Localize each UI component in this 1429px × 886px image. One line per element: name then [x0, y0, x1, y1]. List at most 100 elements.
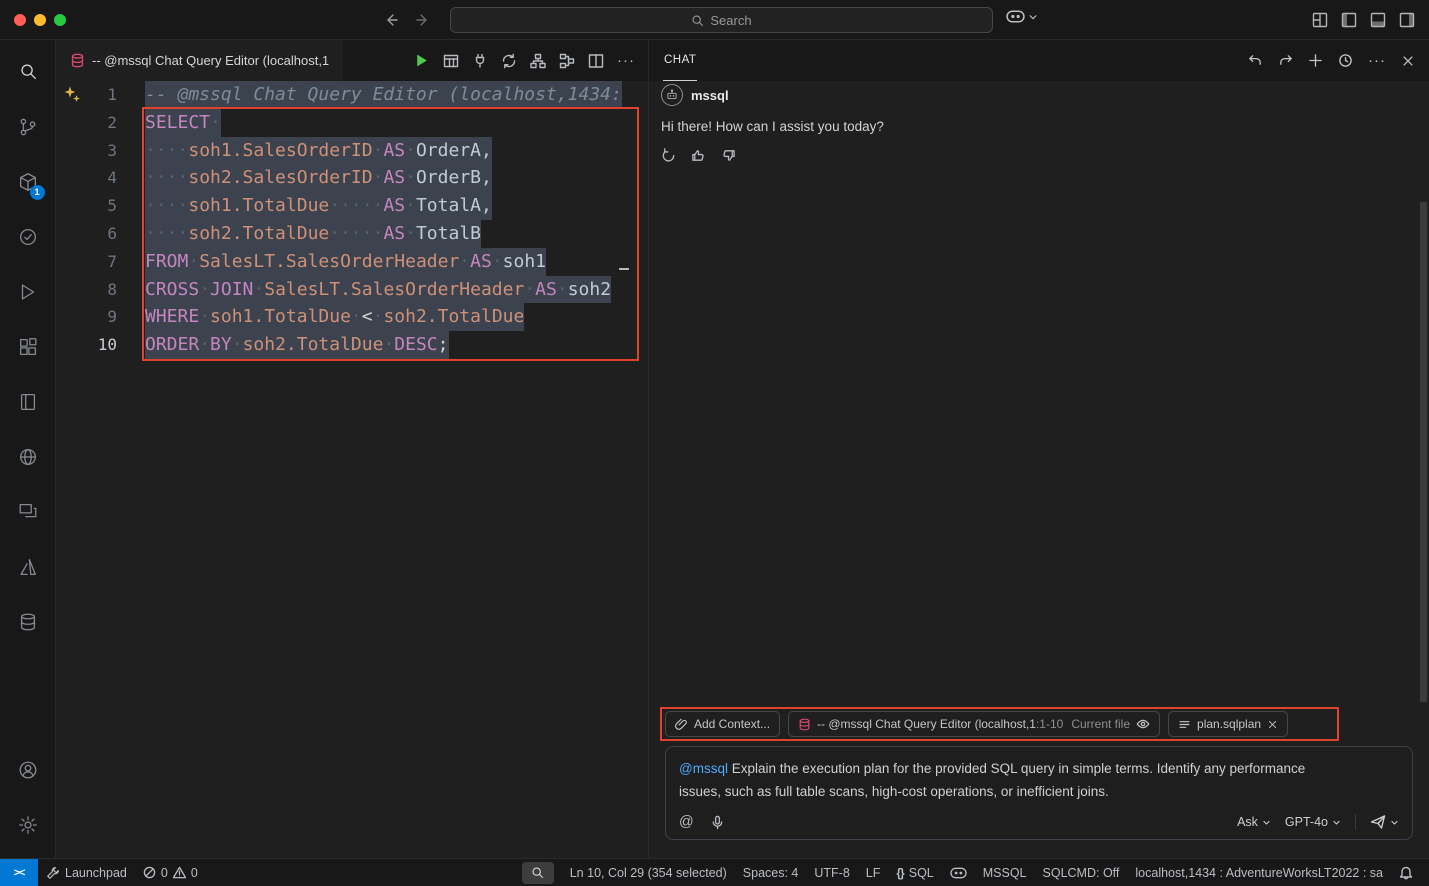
code-line[interactable]: 9WHERE·soh1.TotalDue·<·soh2.TotalDue [56, 303, 648, 331]
search-icon[interactable] [4, 44, 52, 99]
editor-pane: -- @mssql Chat Query Editor (localhost,1… [56, 40, 648, 858]
problems-status[interactable]: 0 0 [135, 859, 206, 886]
launchpad-status[interactable]: Launchpad [38, 859, 135, 886]
connect-plug-icon[interactable] [472, 53, 488, 69]
split-editor-icon[interactable] [588, 53, 604, 69]
chat-history-icon[interactable] [1338, 53, 1353, 68]
mssql-avatar-icon [661, 84, 683, 106]
mssql-status[interactable]: MSSQL [975, 859, 1035, 886]
run-query-button[interactable] [413, 52, 430, 69]
undo-icon[interactable] [1248, 53, 1263, 68]
eol-status[interactable]: LF [858, 859, 889, 886]
maximize-window-button[interactable] [54, 14, 66, 26]
notebook-icon[interactable] [4, 374, 52, 429]
redo-icon[interactable] [1278, 53, 1293, 68]
zoom-indicator[interactable] [522, 862, 554, 884]
more-actions-icon[interactable]: ··· [1368, 57, 1386, 65]
send-button[interactable] [1370, 814, 1399, 830]
code-line[interactable]: 8CROSS·JOIN·SalesLT.SalesOrderHeader·AS·… [56, 276, 648, 304]
testing-icon[interactable] [4, 209, 52, 264]
add-context-chip[interactable]: Add Context... [665, 711, 780, 737]
mode-selector[interactable]: Ask [1237, 815, 1271, 829]
toggle-secondary-sidebar-icon[interactable] [1399, 12, 1415, 28]
vscode-window: { "titlebar": { "search_placeholder": "S… [0, 0, 1429, 886]
code-line[interactable]: 10ORDER·BY·soh2.TotalDue·DESC; [56, 331, 648, 359]
encoding-status[interactable]: UTF-8 [806, 859, 857, 886]
code-line[interactable]: 1-- @mssql Chat Query Editor (localhost,… [56, 81, 648, 109]
current-file-chip[interactable]: -- @mssql Chat Query Editor (localhost,1… [788, 711, 1160, 737]
query-plan-icon[interactable] [559, 53, 575, 69]
new-chat-icon[interactable] [1308, 53, 1323, 68]
code-line[interactable]: 6····soh2.TotalDue·····AS·TotalB [56, 220, 648, 248]
mssql-file-icon [70, 53, 85, 68]
editor-tab[interactable]: -- @mssql Chat Query Editor (localhost,1 [56, 40, 344, 81]
back-button[interactable] [384, 12, 400, 28]
activity-bar: 1 [0, 40, 56, 858]
minimize-window-button[interactable] [34, 14, 46, 26]
thumbs-up-icon[interactable] [691, 148, 706, 163]
thumbs-down-icon[interactable] [721, 148, 736, 163]
copilot-status[interactable] [942, 859, 975, 886]
regenerate-icon[interactable] [661, 148, 676, 163]
connection-status[interactable]: localhost,1434 : AdventureWorksLT2022 : … [1127, 859, 1391, 886]
microphone-icon[interactable] [710, 815, 725, 830]
close-window-button[interactable] [14, 14, 26, 26]
search-icon [691, 14, 704, 27]
more-actions-icon[interactable]: ··· [617, 57, 635, 65]
show-results-icon[interactable] [443, 53, 459, 69]
code-text: SELECT· [145, 109, 221, 137]
run-debug-icon[interactable] [4, 264, 52, 319]
change-connection-icon[interactable] [501, 53, 517, 69]
remote-indicator[interactable]: >< [0, 859, 38, 886]
cursor-position-status[interactable]: Ln 10, Col 29 (354 selected) [562, 859, 735, 886]
file-chip-label: -- @mssql Chat Query Editor (localhost,1… [817, 717, 1063, 731]
customize-layout-icon[interactable] [1312, 12, 1328, 28]
close-panel-icon[interactable] [1401, 54, 1415, 68]
model-selector[interactable]: GPT-4o [1285, 815, 1341, 829]
plan-file-chip[interactable]: plan.sqlplan [1168, 711, 1288, 737]
line-number: 4 [56, 164, 117, 192]
toggle-panel-icon[interactable] [1370, 12, 1386, 28]
accounts-icon[interactable] [4, 742, 52, 797]
remove-chip-icon[interactable] [1267, 719, 1278, 730]
language-status[interactable]: {}SQL [888, 859, 941, 886]
paperclip-icon [675, 718, 688, 731]
code-line[interactable]: 2SELECT· [56, 109, 648, 137]
chat-scrollbar[interactable] [1420, 202, 1427, 702]
azure-icon[interactable] [4, 539, 52, 594]
tab-chat[interactable]: CHAT [663, 40, 697, 81]
forward-button[interactable] [414, 12, 430, 28]
settings-gear-icon[interactable] [4, 797, 52, 852]
chat-input-text[interactable]: @mssql Explain the execution plan for th… [679, 757, 1331, 803]
database-icon[interactable] [4, 594, 52, 649]
braces-icon: {} [896, 866, 903, 880]
remote-explorer-icon[interactable] [4, 484, 52, 539]
code-text: ORDER·BY·soh2.TotalDue·DESC; [145, 331, 449, 359]
copilot-menu-button[interactable] [1006, 10, 1038, 23]
command-center-search[interactable]: Search [450, 7, 993, 33]
indentation-status[interactable]: Spaces: 4 [735, 859, 807, 886]
eye-icon[interactable] [1136, 717, 1150, 731]
code-line[interactable]: 7FROM·SalesLT.SalesOrderHeader·AS·soh1 [56, 248, 648, 276]
notifications-bell-icon[interactable] [1391, 859, 1421, 886]
show-schema-icon[interactable] [530, 53, 546, 69]
sqlcmd-status[interactable]: SQLCMD: Off [1035, 859, 1128, 886]
source-control-icon[interactable] [4, 99, 52, 154]
chat-input-area: Add Context... -- @mssql Chat Query Edit… [649, 711, 1429, 858]
line-number: 1 [56, 81, 117, 109]
code-line[interactable]: 4····soh2.SalesOrderID·AS·OrderB, [56, 164, 648, 192]
extensions-icon[interactable] [4, 319, 52, 374]
toggle-primary-sidebar-icon[interactable] [1341, 12, 1357, 28]
code-editor[interactable]: 1-- @mssql Chat Query Editor (localhost,… [56, 81, 648, 858]
code-line[interactable]: 3····soh1.SalesOrderID·AS·OrderA, [56, 137, 648, 165]
github-globe-icon[interactable] [4, 429, 52, 484]
chat-messages: mssql Hi there! How can I assist you tod… [649, 81, 1429, 711]
code-text: WHERE·soh1.TotalDue·<·soh2.TotalDue [145, 303, 524, 331]
add-context-label: Add Context... [694, 717, 770, 731]
search-placeholder: Search [710, 13, 751, 28]
mention-icon[interactable]: @ [679, 814, 694, 830]
code-line[interactable]: 5····soh1.TotalDue·····AS·TotalA, [56, 192, 648, 220]
chat-input-box[interactable]: @mssql Explain the execution plan for th… [665, 746, 1413, 840]
package-explorer-icon[interactable]: 1 [4, 154, 52, 209]
titlebar: Search [0, 0, 1429, 40]
